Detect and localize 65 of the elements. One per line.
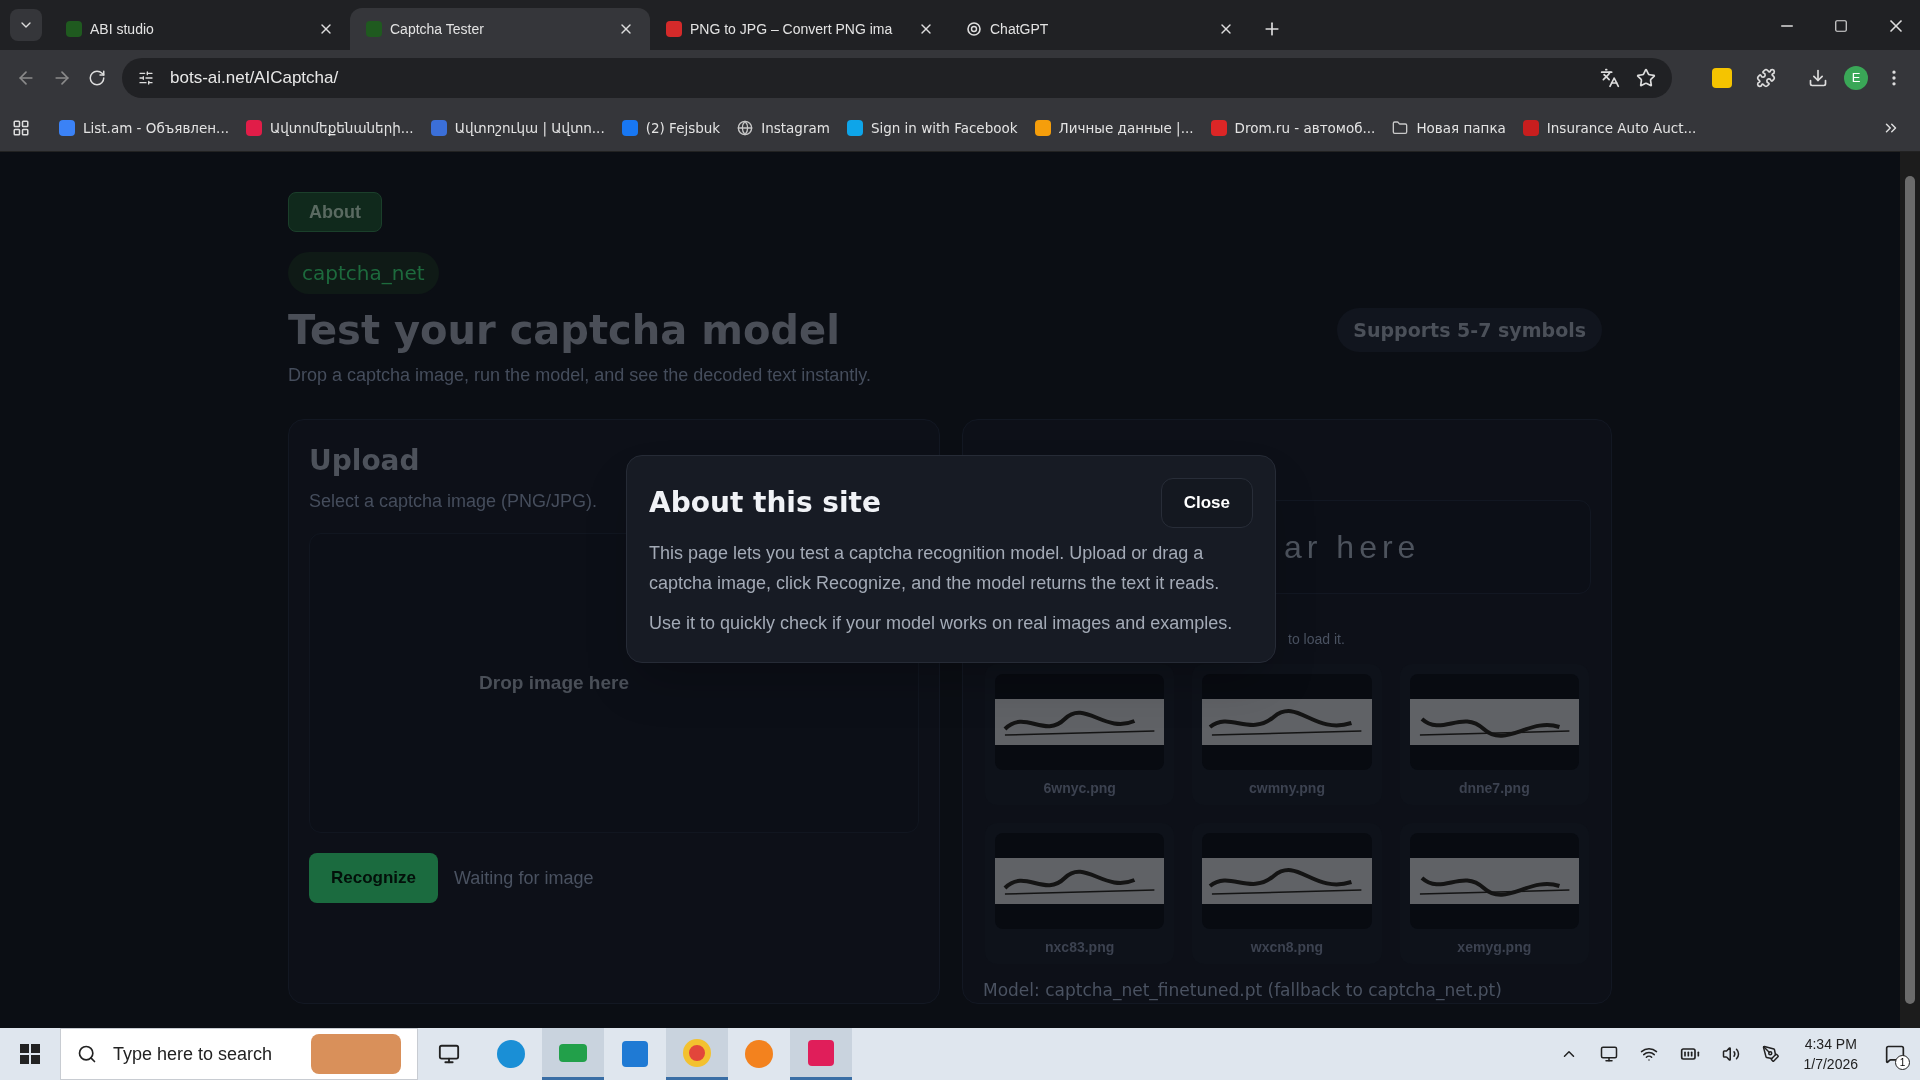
bookmark-item[interactable]: List.am - Объявлен...: [59, 117, 229, 139]
page-subtitle: Drop a captcha image, run the model, and see the decoded text instantly.: [288, 364, 872, 387]
tab-favicon-icon: [966, 21, 982, 37]
bookmark-item[interactable]: (2) Fejsbuk: [621, 117, 721, 139]
favicon-icon: [621, 120, 638, 136]
address-bar[interactable]: bots-ai.net/AICaptcha/: [122, 57, 1672, 98]
bookmark-item[interactable]: Sign in with Facebook: [846, 117, 1018, 139]
model-note: Model: captcha_net_finetuned.pt (fallback to captcha_net.pt): [983, 978, 1502, 1003]
restore-icon[interactable]: [1834, 19, 1848, 33]
clock[interactable]: 4:34 PM 1/7/2026: [1791, 1034, 1870, 1074]
bookmark-item[interactable]: Insurance Auto Auct...: [1522, 117, 1697, 139]
folder-icon: [1392, 120, 1409, 136]
favicon-icon: [846, 120, 863, 136]
status-text: Waiting for image: [454, 866, 594, 890]
bookmark-item[interactable]: Новая папка: [1392, 117, 1506, 139]
tab-favicon-icon: [66, 21, 82, 37]
tab-title: ChatGPT: [990, 19, 1050, 39]
bookmark-item[interactable]: Личные данные |...: [1034, 117, 1194, 139]
tab-title: Captcha Tester: [390, 19, 485, 39]
browser-tab[interactable]: PNG to JPG – Convert PNG ima: [650, 8, 950, 50]
tab-list-button[interactable]: [10, 9, 42, 41]
volume-icon[interactable]: [1721, 1045, 1740, 1063]
favicon-icon: [1210, 120, 1227, 136]
browser-tab[interactable]: Captcha Tester: [350, 8, 650, 50]
bookmark-item[interactable]: Ավտոմեքենաների...: [245, 117, 414, 139]
app-icon[interactable]: [542, 1028, 604, 1080]
browser-tab[interactable]: ChatGPT: [950, 8, 1250, 50]
download-icon[interactable]: [1808, 67, 1828, 88]
bookmark-item[interactable]: Ավտոշուկա | Ավտո...: [430, 117, 605, 139]
tab-title: ABI studio: [90, 19, 155, 39]
scrollbar[interactable]: [1900, 152, 1920, 1028]
site-settings-icon[interactable]: [138, 69, 154, 86]
translate-icon[interactable]: [1600, 67, 1620, 88]
dialog-title: About this site: [649, 485, 881, 521]
notification-count: 1: [1895, 1055, 1910, 1070]
browser-tab[interactable]: ABI studio: [50, 8, 350, 50]
favicon-icon: [430, 120, 447, 136]
favicon-icon: [245, 120, 262, 136]
windows-logo-icon: [20, 1044, 40, 1064]
bookmark-star-icon[interactable]: [1636, 67, 1656, 88]
model-tag: captcha_net: [288, 252, 439, 294]
card-title: Upload: [309, 443, 421, 479]
extension-icon[interactable]: [1712, 67, 1732, 88]
globe-icon: [737, 120, 754, 136]
card-hint: Select a captcha image (PNG/JPG).: [309, 490, 598, 513]
favicon-icon: [1034, 120, 1051, 136]
taskbar-search-field[interactable]: Type here to search: [60, 1028, 418, 1080]
favicon-icon: [1522, 120, 1539, 136]
notification-button[interactable]: 1: [1870, 1028, 1920, 1080]
apps-icon[interactable]: [12, 119, 30, 137]
url-text: bots-ai.net/AICaptcha/: [170, 66, 339, 89]
bookmark-item[interactable]: Instagram: [737, 117, 830, 139]
reload-icon[interactable]: [88, 68, 106, 87]
extensions-icon[interactable]: [1756, 67, 1776, 88]
search-icon: [77, 1044, 97, 1064]
favicon-icon: [59, 120, 75, 136]
tab-favicon-icon: [366, 21, 382, 37]
bookmark-item[interactable]: Drom.ru - автомоб...: [1210, 117, 1376, 139]
close-button[interactable]: Close: [1160, 478, 1253, 528]
tab-title: PNG to JPG – Convert PNG ima: [690, 19, 894, 39]
pen-icon[interactable]: [1761, 1045, 1780, 1063]
page-title: Test your captcha model: [288, 306, 840, 355]
symbols-tag: Supports 5-7 symbols: [1337, 308, 1602, 352]
tab-favicon-icon: [666, 21, 682, 37]
examples-hint: to load it.: [1288, 629, 1345, 649]
